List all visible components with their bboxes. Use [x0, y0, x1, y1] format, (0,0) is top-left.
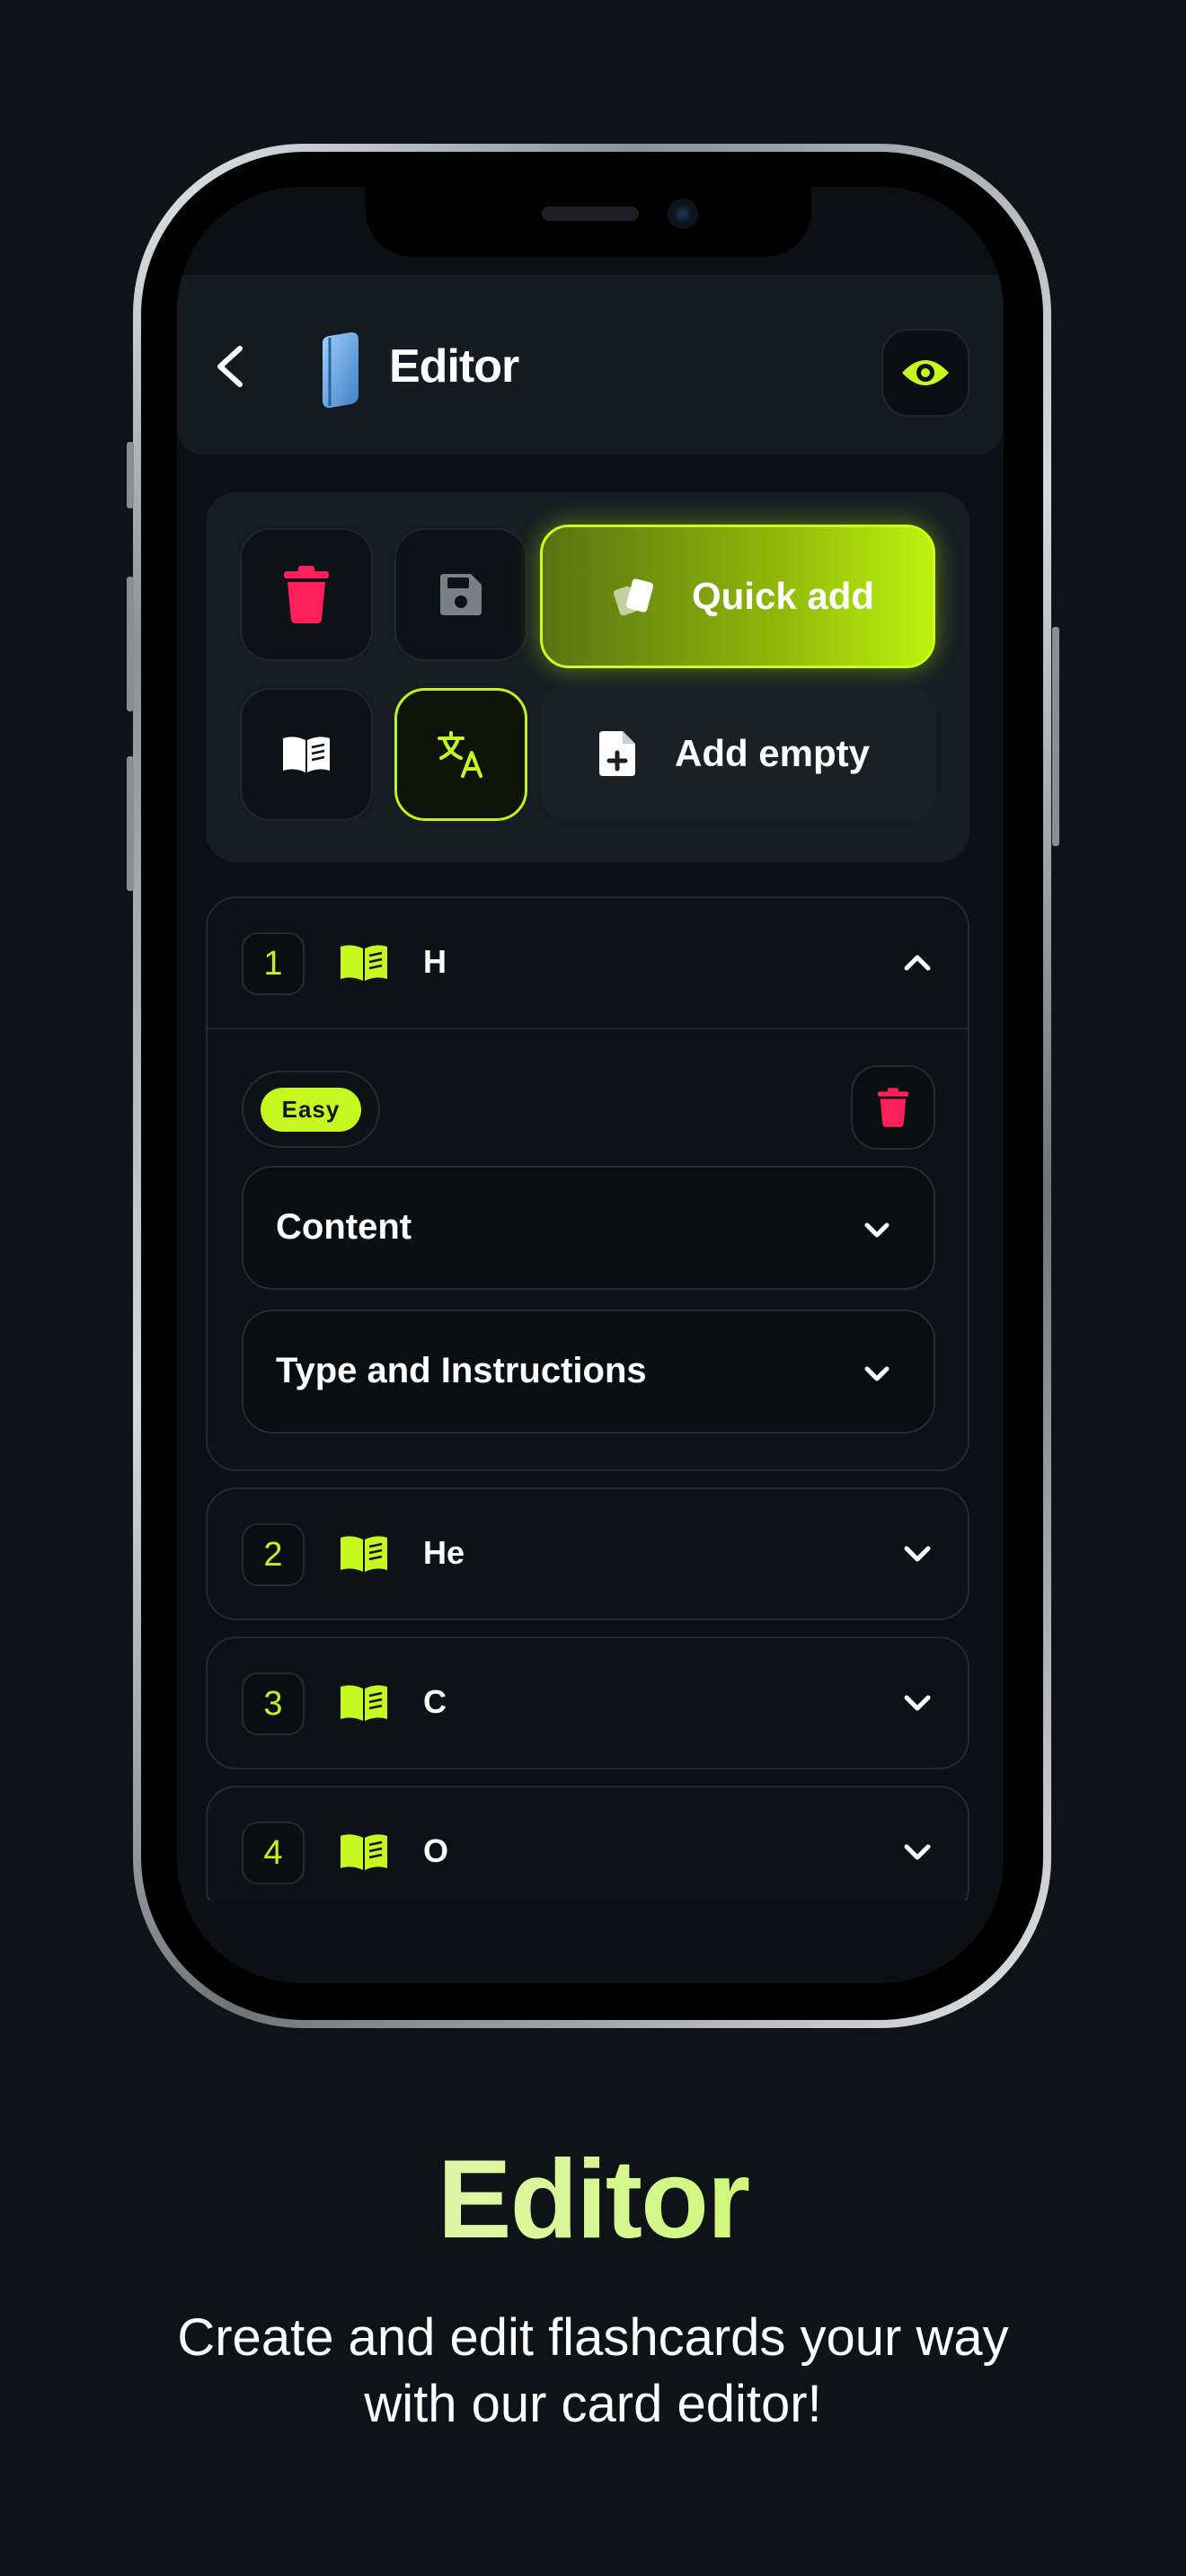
power-button — [1052, 627, 1059, 846]
eye-icon — [902, 360, 949, 385]
card-header[interactable]: 2 He — [208, 1489, 968, 1619]
promo-subtitle-line-2: with our card editor! — [364, 2375, 822, 2433]
phone-screen: Editor Quick add Add empty 1 H Easy Cont… — [177, 187, 1004, 1983]
card-number: 3 — [242, 1672, 305, 1735]
card-header[interactable]: 4 O — [208, 1787, 968, 1901]
mute-switch — [127, 442, 134, 508]
card-item[interactable]: 2 He — [206, 1487, 969, 1620]
trash-icon — [284, 566, 329, 623]
quick-add-button[interactable]: Quick add — [540, 525, 935, 668]
open-book-icon — [341, 1685, 387, 1721]
save-button[interactable] — [394, 528, 527, 661]
open-book-icon — [341, 945, 387, 981]
chevron-down-icon[interactable] — [901, 1690, 934, 1716]
delete-card-button[interactable] — [851, 1065, 935, 1150]
card-header[interactable]: 1 H — [208, 898, 968, 1028]
front-camera — [668, 198, 698, 229]
editor-toolbar: Quick add Add empty — [206, 492, 969, 862]
card-item: 1 H Easy Content Type and Instructions — [206, 896, 969, 1471]
open-book-icon — [283, 737, 330, 772]
chevron-down-icon[interactable] — [901, 1541, 934, 1566]
trash-icon — [878, 1088, 908, 1127]
card-item[interactable]: 3 C — [206, 1636, 969, 1769]
cards-icon — [613, 578, 654, 616]
open-book-icon — [341, 1834, 387, 1870]
translate-button[interactable] — [394, 688, 527, 821]
chevron-down-icon — [864, 1366, 890, 1381]
add-empty-button[interactable]: Add empty — [540, 686, 935, 821]
card-title: C — [423, 1683, 447, 1720]
card-header[interactable]: 3 C — [208, 1638, 968, 1768]
card-title: H — [423, 943, 447, 980]
card-number: 2 — [242, 1523, 305, 1586]
chevron-down-icon[interactable] — [901, 1839, 934, 1865]
promo-subtitle-line-1: Create and edit flashcards your way — [177, 2308, 1009, 2367]
chevron-down-icon — [864, 1222, 890, 1238]
card-number: 4 — [242, 1822, 305, 1884]
app-header: Editor — [177, 275, 1004, 454]
section-label: Type and Instructions — [276, 1351, 647, 1390]
file-plus-icon — [599, 731, 635, 776]
reading-mode-button[interactable] — [240, 688, 373, 821]
promo-subtitle: Create and edit flashcards your way with… — [0, 2305, 1186, 2438]
page-title: Editor — [389, 340, 519, 393]
floppy-disk-icon — [440, 574, 482, 615]
volume-down-button — [127, 756, 134, 891]
card-title: He — [423, 1534, 465, 1571]
card-number: 1 — [242, 932, 305, 995]
card-list: 1 H Easy Content Type and Instructions 2… — [177, 896, 1004, 1901]
notch — [366, 187, 811, 257]
speaker-grille — [542, 207, 639, 221]
content-section[interactable]: Content — [242, 1166, 935, 1290]
card-body: Easy Content Type and Instructions — [208, 1029, 968, 1473]
card-title: O — [423, 1832, 449, 1869]
translate-icon — [438, 731, 482, 778]
quick-add-label: Quick add — [692, 575, 875, 617]
delete-deck-button[interactable] — [240, 528, 373, 661]
difficulty-badge: Easy — [260, 1087, 362, 1132]
promo-title: Editor — [0, 2136, 1186, 2263]
volume-up-button — [127, 577, 134, 711]
difficulty-selector[interactable]: Easy — [242, 1071, 380, 1148]
chevron-up-icon[interactable] — [901, 950, 934, 975]
card-item[interactable]: 4 O — [206, 1786, 969, 1901]
back-chevron-icon[interactable] — [209, 340, 249, 393]
preview-button[interactable] — [881, 329, 969, 417]
add-empty-label: Add empty — [675, 732, 871, 774]
type-instructions-section[interactable]: Type and Instructions — [242, 1310, 935, 1434]
book-logo-icon — [323, 332, 358, 408]
open-book-icon — [341, 1536, 387, 1572]
section-label: Content — [276, 1207, 412, 1247]
